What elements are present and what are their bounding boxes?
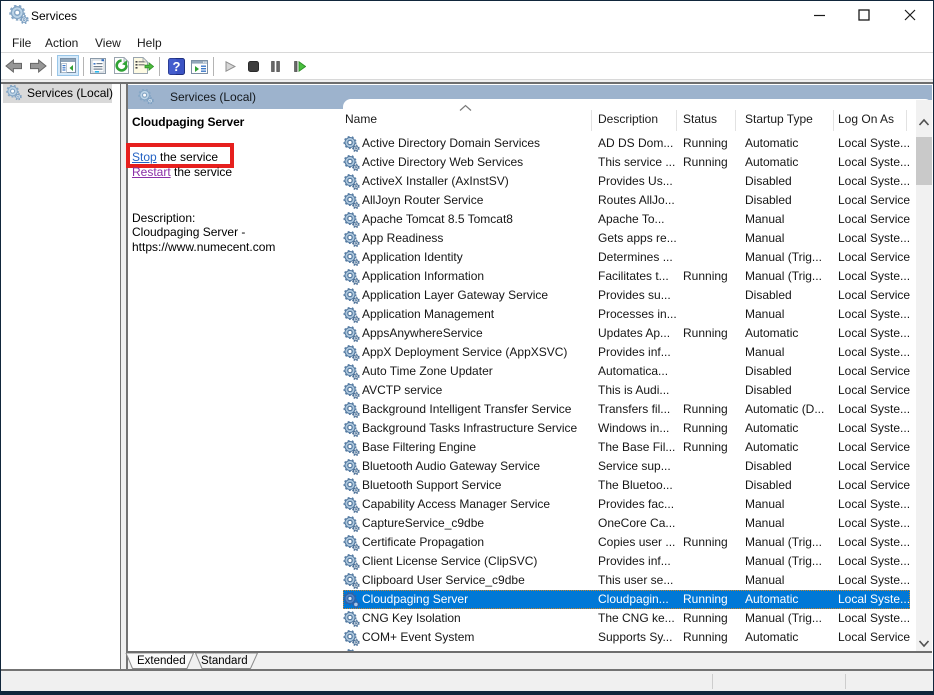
svg-text:?: ?	[173, 59, 181, 74]
